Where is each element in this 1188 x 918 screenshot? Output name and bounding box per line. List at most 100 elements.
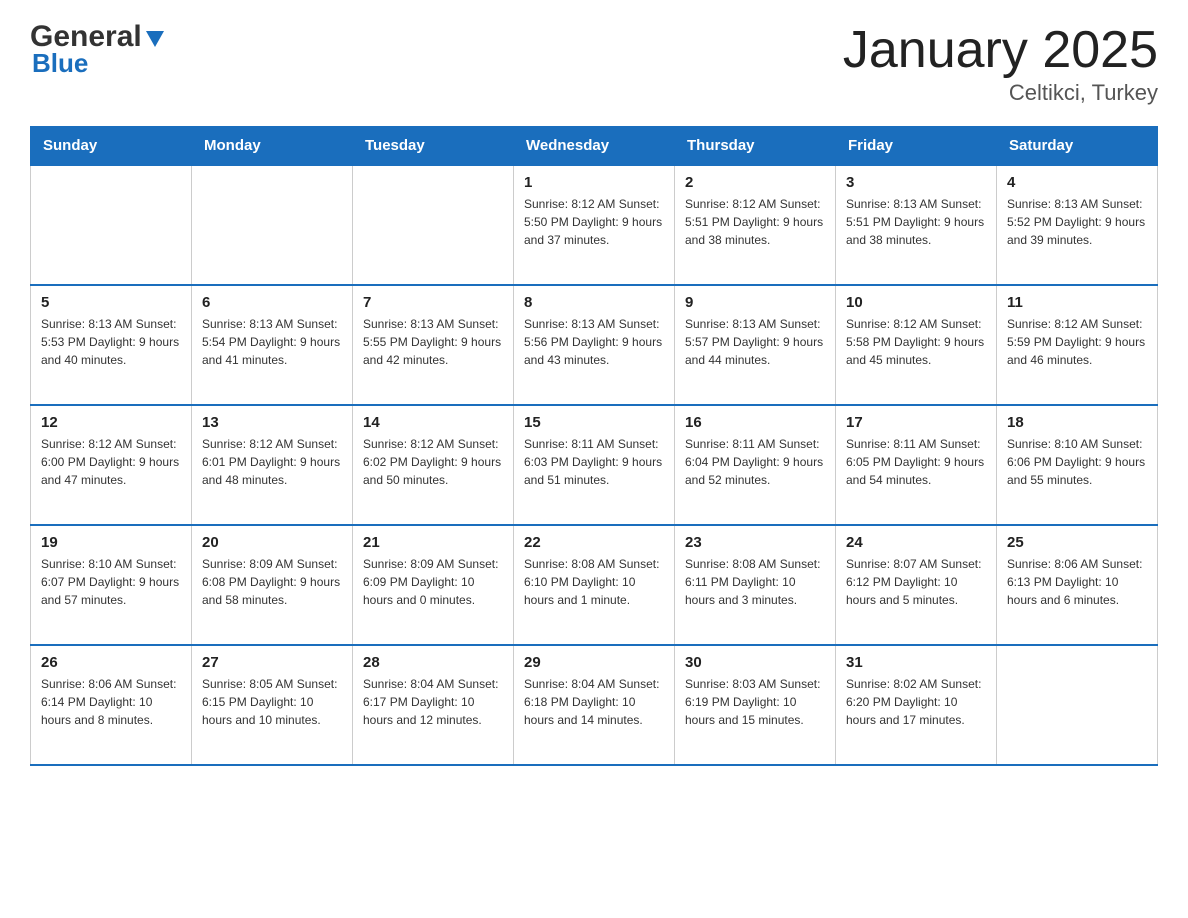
day-number: 5: [41, 294, 181, 311]
day-number: 13: [202, 414, 342, 431]
header-saturday: Saturday: [997, 127, 1158, 166]
title-block: January 2025 Celtikci, Turkey: [843, 20, 1158, 106]
week-row-1: 1 Sunrise: 8:12 AM Sunset: 5:50 PM Daylig…: [31, 165, 1158, 285]
day-cell: 13 Sunrise: 8:12 AM Sunset: 6:01 PM Dayli…: [192, 405, 353, 525]
day-cell: 3 Sunrise: 8:13 AM Sunset: 5:51 PM Daylig…: [836, 165, 997, 285]
day-info: Sunrise: 8:12 AM Sunset: 6:00 PM Dayligh…: [41, 435, 181, 489]
day-number: 24: [846, 534, 986, 551]
day-cell: [192, 165, 353, 285]
day-cell: 18 Sunrise: 8:10 AM Sunset: 6:06 PM Dayli…: [997, 405, 1158, 525]
day-number: 17: [846, 414, 986, 431]
day-info: Sunrise: 8:13 AM Sunset: 5:51 PM Dayligh…: [846, 195, 986, 249]
day-info: Sunrise: 8:13 AM Sunset: 5:57 PM Dayligh…: [685, 315, 825, 369]
header-tuesday: Tuesday: [353, 127, 514, 166]
day-cell: 28 Sunrise: 8:04 AM Sunset: 6:17 PM Dayli…: [353, 645, 514, 765]
day-cell: 21Sunrise: 8:09 AM Sunset: 6:09 PM Dayli…: [353, 525, 514, 645]
day-number: 22: [524, 534, 664, 551]
day-info: Sunrise: 8:09 AM Sunset: 6:08 PM Dayligh…: [202, 555, 342, 609]
day-number: 6: [202, 294, 342, 311]
week-row-3: 12 Sunrise: 8:12 AM Sunset: 6:00 PM Dayli…: [31, 405, 1158, 525]
day-info: Sunrise: 8:12 AM Sunset: 6:01 PM Dayligh…: [202, 435, 342, 489]
day-info: Sunrise: 8:11 AM Sunset: 6:04 PM Dayligh…: [685, 435, 825, 489]
day-number: 28: [363, 654, 503, 671]
day-info: Sunrise: 8:11 AM Sunset: 6:03 PM Dayligh…: [524, 435, 664, 489]
day-cell: 30 Sunrise: 8:03 AM Sunset: 6:19 PM Dayli…: [675, 645, 836, 765]
day-number: 23: [685, 534, 825, 551]
day-cell: 29 Sunrise: 8:04 AM Sunset: 6:18 PM Dayli…: [514, 645, 675, 765]
day-cell: [353, 165, 514, 285]
day-info: Sunrise: 8:12 AM Sunset: 5:50 PM Dayligh…: [524, 195, 664, 249]
day-number: 9: [685, 294, 825, 311]
day-cell: 7Sunrise: 8:13 AM Sunset: 5:55 PM Daylig…: [353, 285, 514, 405]
day-cell: 9 Sunrise: 8:13 AM Sunset: 5:57 PM Daylig…: [675, 285, 836, 405]
day-info: Sunrise: 8:04 AM Sunset: 6:17 PM Dayligh…: [363, 675, 503, 729]
day-cell: [997, 645, 1158, 765]
day-number: 25: [1007, 534, 1147, 551]
day-info: Sunrise: 8:06 AM Sunset: 6:13 PM Dayligh…: [1007, 555, 1147, 609]
calendar-header-row: SundayMondayTuesdayWednesdayThursdayFrid…: [31, 127, 1158, 166]
day-info: Sunrise: 8:10 AM Sunset: 6:07 PM Dayligh…: [41, 555, 181, 609]
calendar-table: SundayMondayTuesdayWednesdayThursdayFrid…: [30, 126, 1158, 766]
day-number: 29: [524, 654, 664, 671]
day-number: 20: [202, 534, 342, 551]
day-cell: 11 Sunrise: 8:12 AM Sunset: 5:59 PM Dayli…: [997, 285, 1158, 405]
day-info: Sunrise: 8:12 AM Sunset: 5:59 PM Dayligh…: [1007, 315, 1147, 369]
day-info: Sunrise: 8:13 AM Sunset: 5:56 PM Dayligh…: [524, 315, 664, 369]
day-cell: 27 Sunrise: 8:05 AM Sunset: 6:15 PM Dayli…: [192, 645, 353, 765]
day-number: 10: [846, 294, 986, 311]
day-number: 30: [685, 654, 825, 671]
day-number: 11: [1007, 294, 1147, 311]
day-info: Sunrise: 8:12 AM Sunset: 5:51 PM Dayligh…: [685, 195, 825, 249]
day-info: Sunrise: 8:02 AM Sunset: 6:20 PM Dayligh…: [846, 675, 986, 729]
day-info: Sunrise: 8:05 AM Sunset: 6:15 PM Dayligh…: [202, 675, 342, 729]
day-cell: 5 Sunrise: 8:13 AM Sunset: 5:53 PM Daylig…: [31, 285, 192, 405]
day-cell: [31, 165, 192, 285]
day-number: 14: [363, 414, 503, 431]
day-number: 31: [846, 654, 986, 671]
day-info: Sunrise: 8:08 AM Sunset: 6:10 PM Dayligh…: [524, 555, 664, 609]
day-cell: 4Sunrise: 8:13 AM Sunset: 5:52 PM Daylig…: [997, 165, 1158, 285]
day-cell: 22 Sunrise: 8:08 AM Sunset: 6:10 PM Dayli…: [514, 525, 675, 645]
day-cell: 2 Sunrise: 8:12 AM Sunset: 5:51 PM Daylig…: [675, 165, 836, 285]
day-number: 15: [524, 414, 664, 431]
day-info: Sunrise: 8:03 AM Sunset: 6:19 PM Dayligh…: [685, 675, 825, 729]
day-cell: 12 Sunrise: 8:12 AM Sunset: 6:00 PM Dayli…: [31, 405, 192, 525]
logo-blue: Blue: [32, 48, 88, 79]
week-row-5: 26Sunrise: 8:06 AM Sunset: 6:14 PM Dayli…: [31, 645, 1158, 765]
header-thursday: Thursday: [675, 127, 836, 166]
day-info: Sunrise: 8:13 AM Sunset: 5:54 PM Dayligh…: [202, 315, 342, 369]
day-number: 2: [685, 174, 825, 191]
day-cell: 31 Sunrise: 8:02 AM Sunset: 6:20 PM Dayli…: [836, 645, 997, 765]
day-info: Sunrise: 8:08 AM Sunset: 6:11 PM Dayligh…: [685, 555, 825, 609]
calendar-title: January 2025: [843, 20, 1158, 80]
header-sunday: Sunday: [31, 127, 192, 166]
day-cell: 15 Sunrise: 8:11 AM Sunset: 6:03 PM Dayli…: [514, 405, 675, 525]
day-cell: 20 Sunrise: 8:09 AM Sunset: 6:08 PM Dayli…: [192, 525, 353, 645]
day-info: Sunrise: 8:04 AM Sunset: 6:18 PM Dayligh…: [524, 675, 664, 729]
calendar-subtitle: Celtikci, Turkey: [843, 80, 1158, 106]
day-number: 7: [363, 294, 503, 311]
day-cell: 10 Sunrise: 8:12 AM Sunset: 5:58 PM Dayli…: [836, 285, 997, 405]
week-row-4: 19 Sunrise: 8:10 AM Sunset: 6:07 PM Dayli…: [31, 525, 1158, 645]
day-number: 12: [41, 414, 181, 431]
day-number: 18: [1007, 414, 1147, 431]
day-info: Sunrise: 8:13 AM Sunset: 5:53 PM Dayligh…: [41, 315, 181, 369]
logo-triangle-icon: [144, 27, 166, 49]
day-cell: 26Sunrise: 8:06 AM Sunset: 6:14 PM Dayli…: [31, 645, 192, 765]
header: General Blue January 2025 Celtikci, Turk…: [30, 20, 1158, 106]
day-cell: 1 Sunrise: 8:12 AM Sunset: 5:50 PM Daylig…: [514, 165, 675, 285]
day-info: Sunrise: 8:12 AM Sunset: 6:02 PM Dayligh…: [363, 435, 503, 489]
day-number: 27: [202, 654, 342, 671]
day-cell: 25 Sunrise: 8:06 AM Sunset: 6:13 PM Dayli…: [997, 525, 1158, 645]
day-number: 19: [41, 534, 181, 551]
day-number: 3: [846, 174, 986, 191]
day-info: Sunrise: 8:12 AM Sunset: 5:58 PM Dayligh…: [846, 315, 986, 369]
day-number: 26: [41, 654, 181, 671]
header-friday: Friday: [836, 127, 997, 166]
day-info: Sunrise: 8:10 AM Sunset: 6:06 PM Dayligh…: [1007, 435, 1147, 489]
day-cell: 16Sunrise: 8:11 AM Sunset: 6:04 PM Dayli…: [675, 405, 836, 525]
day-cell: 17Sunrise: 8:11 AM Sunset: 6:05 PM Dayli…: [836, 405, 997, 525]
day-cell: 8Sunrise: 8:13 AM Sunset: 5:56 PM Daylig…: [514, 285, 675, 405]
day-info: Sunrise: 8:09 AM Sunset: 6:09 PM Dayligh…: [363, 555, 503, 609]
day-number: 1: [524, 174, 664, 191]
